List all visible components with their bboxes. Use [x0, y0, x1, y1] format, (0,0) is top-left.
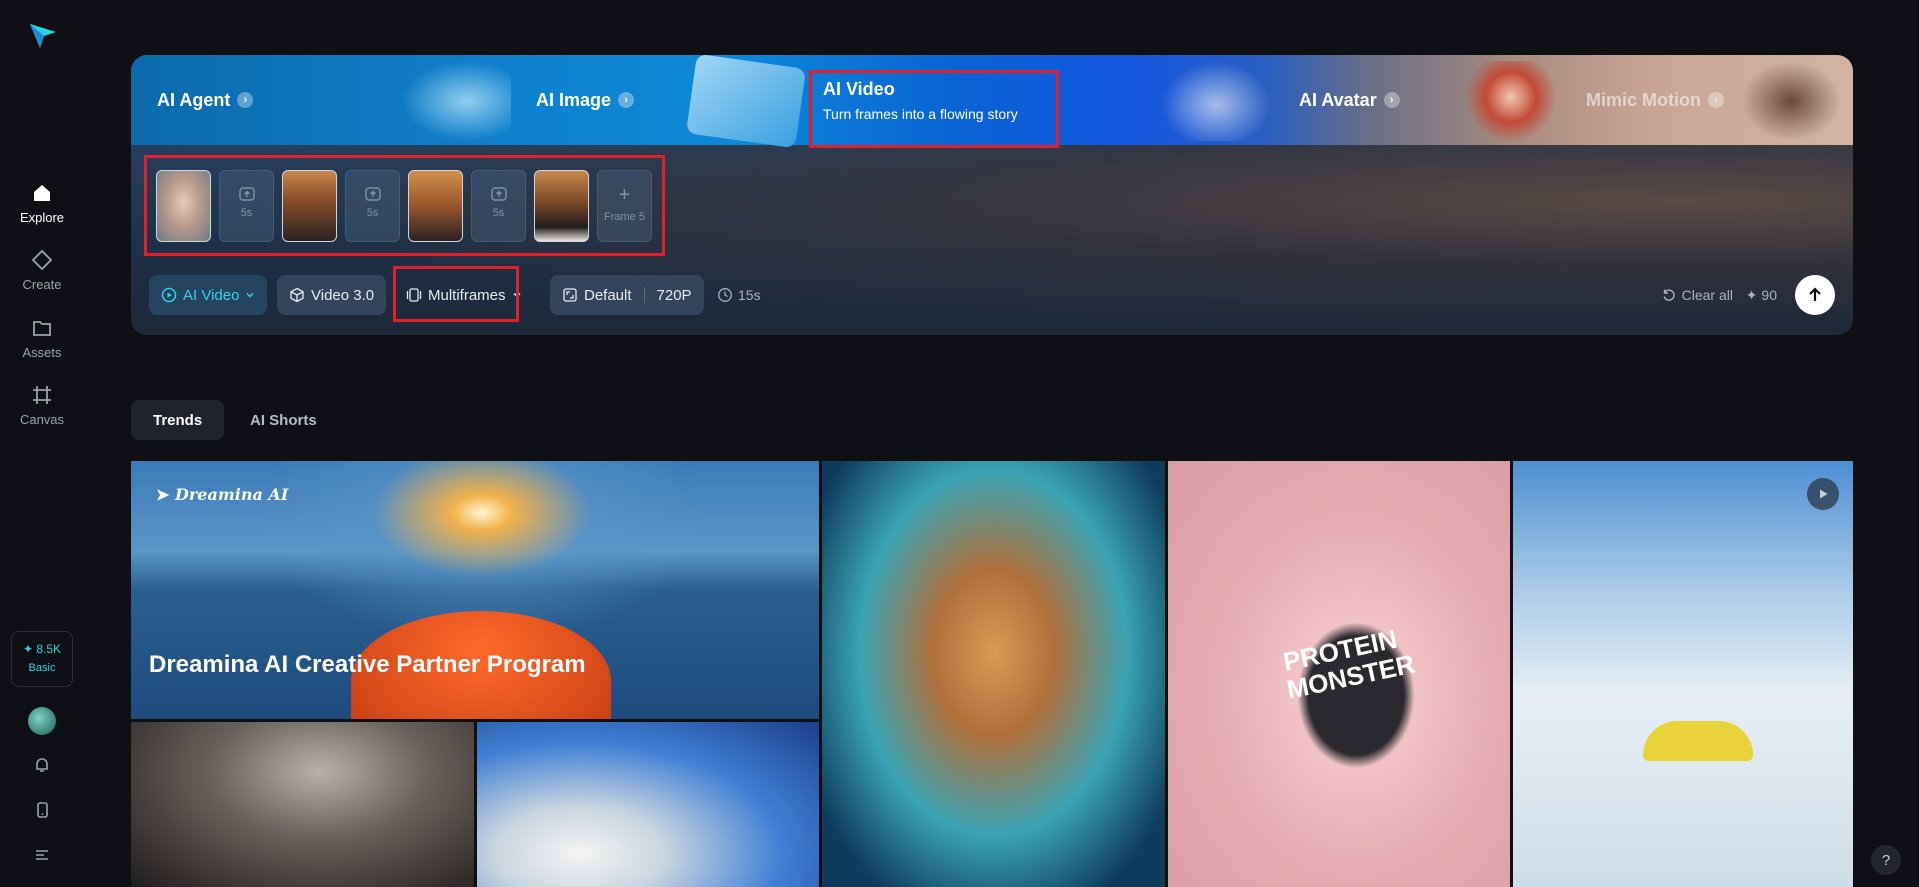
ai-image-art: [685, 55, 807, 149]
nav-explore-label: Explore: [19, 210, 65, 225]
help-icon[interactable]: ?: [1871, 845, 1901, 875]
aspect-ratio-selector[interactable]: Default 720P: [550, 275, 704, 315]
tab-ai-shorts[interactable]: AI Shorts: [228, 400, 339, 440]
tab-ai-avatar[interactable]: AI Avatar ›: [1299, 55, 1400, 145]
nav-canvas[interactable]: Canvas: [0, 384, 84, 427]
ai-agent-art: [401, 61, 511, 141]
generator-panel: AI Agent › AI Image › AI Video Turn fram…: [131, 55, 1853, 335]
tab-ai-avatar-label: AI Avatar: [1299, 89, 1377, 110]
tab-ai-agent-label: AI Agent: [157, 89, 231, 110]
nav-create[interactable]: Create: [0, 249, 84, 292]
clear-all-button[interactable]: Clear all: [1661, 275, 1733, 315]
credits-value: ✦ 8.5K: [22, 642, 62, 656]
trend-card-underwater-city[interactable]: [822, 461, 1165, 887]
aspect-ratio-label: Default: [584, 286, 632, 304]
mobile-icon[interactable]: [28, 796, 56, 824]
menu-icon[interactable]: [28, 841, 56, 869]
tab-trends-label: Trends: [153, 411, 203, 429]
diamond-icon: [31, 249, 53, 271]
video-mode-icon: [161, 287, 177, 303]
chevron-down-icon: [246, 292, 254, 298]
trend-card-polar-bear[interactable]: [477, 722, 819, 887]
tab-ai-image[interactable]: AI Image ›: [536, 55, 635, 145]
brand-logo-icon: ➤: [156, 485, 170, 504]
divider: [643, 287, 645, 303]
user-avatar[interactable]: [28, 707, 56, 735]
clock-icon: [718, 288, 732, 302]
mimic-motion-art: [1741, 61, 1841, 141]
arrow-up-icon: [1809, 287, 1821, 301]
tab-trends[interactable]: Trends: [131, 400, 225, 440]
dreamina-brand: ➤ Dreamina AI: [156, 485, 288, 504]
nav-canvas-label: Canvas: [19, 412, 65, 427]
sidebar: Explore Create Assets Canvas ✦ 8.5K Basi…: [0, 0, 84, 887]
trends-grid: ➤ Dreamina AI Dreamina AI Creative Partn…: [131, 461, 1853, 887]
chevron-right-icon: ›: [618, 92, 635, 108]
play-button[interactable]: [1807, 478, 1839, 510]
mode-label: AI Video: [183, 286, 240, 304]
tab-mimic-motion[interactable]: Mimic Motion ›: [1586, 55, 1724, 145]
duration-label: 15s: [738, 287, 761, 303]
mode-dropdown[interactable]: AI Video: [149, 275, 268, 315]
play-icon: [1820, 489, 1828, 499]
chevron-right-icon: ›: [237, 92, 254, 108]
nav-assets-label: Assets: [22, 345, 62, 360]
featured-brand: Dreamina AI: [174, 485, 289, 504]
clear-all-label: Clear all: [1681, 287, 1733, 303]
dreamina-logo-icon[interactable]: [28, 20, 58, 50]
folder-icon: [33, 321, 51, 336]
nav-explore[interactable]: Explore: [0, 182, 84, 225]
featured-title: Dreamina AI Creative Partner Program: [149, 651, 586, 678]
aspect-ratio-icon: [563, 288, 577, 302]
nav-create-label: Create: [22, 277, 62, 292]
ai-video-art: [1161, 61, 1271, 141]
highlight-frames-strip: [144, 155, 665, 256]
tab-ai-image-label: AI Image: [536, 89, 612, 110]
tab-ai-agent[interactable]: AI Agent ›: [157, 55, 254, 145]
chevron-right-icon: ›: [1383, 92, 1400, 108]
nav-assets[interactable]: Assets: [0, 317, 84, 360]
credit-cost-value: ✦ 90: [1745, 286, 1777, 303]
trend-card-protein-monster[interactable]: PROTEIN MONSTER: [1168, 461, 1510, 887]
model-label: Video 3.0: [311, 286, 375, 304]
generation-toolbar: AI Video Video 3.0 Multiframes Default 7…: [149, 266, 1835, 322]
tab-ai-shorts-label: AI Shorts: [250, 411, 317, 429]
trend-card-paraglider[interactable]: [1513, 461, 1853, 887]
credit-cost: ✦ 90: [1746, 275, 1777, 315]
paraglider-art: [1643, 721, 1753, 761]
generate-button[interactable]: [1795, 275, 1835, 315]
ai-avatar-art: [1466, 61, 1556, 141]
reset-icon: [1663, 289, 1675, 301]
featured-card[interactable]: ➤ Dreamina AI Dreamina AI Creative Partn…: [131, 461, 819, 719]
trend-card-statue[interactable]: [131, 722, 474, 887]
chevron-right-icon: ›: [1708, 92, 1724, 108]
model-selector[interactable]: Video 3.0: [277, 275, 387, 315]
cube-icon: [290, 287, 304, 303]
highlight-frame-mode: [393, 266, 519, 322]
duration-selector[interactable]: 15s: [717, 275, 761, 315]
resolution-label: 720P: [656, 286, 692, 304]
product-label: PROTEIN MONSTER: [1280, 623, 1418, 705]
home-icon: [34, 185, 50, 201]
credits-badge[interactable]: ✦ 8.5K Basic: [11, 631, 73, 687]
tab-mimic-motion-label: Mimic Motion: [1586, 89, 1701, 110]
notification-bell-icon[interactable]: [28, 751, 56, 779]
highlight-ai-video-tab: [809, 70, 1059, 148]
canvas-icon: [33, 386, 51, 404]
credits-tier: Basic: [28, 662, 56, 674]
